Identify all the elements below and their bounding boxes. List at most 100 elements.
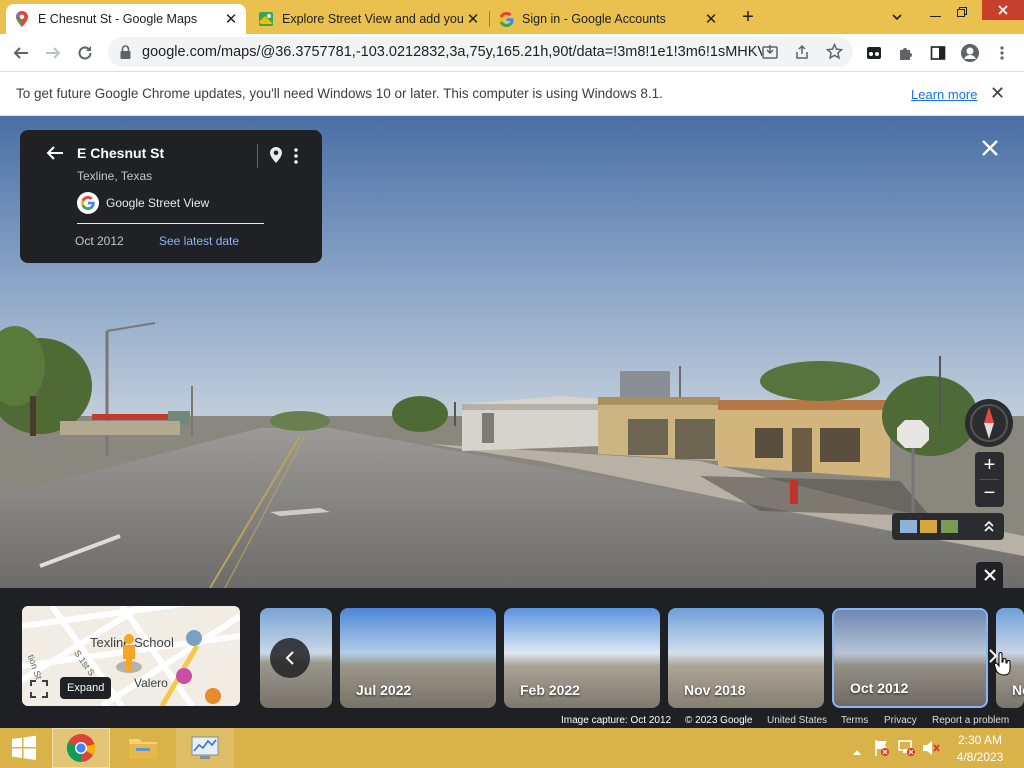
layer-thumb-icon[interactable] [920,520,937,533]
streetview-icon [258,11,274,27]
windows-logo-icon [12,735,36,760]
see-latest-date-link[interactable]: See latest date [159,234,239,248]
tab-google-maps[interactable]: E Chesnut St - Google Maps ✕ [6,4,246,34]
puzzle-extensions-icon[interactable] [893,40,919,66]
copyright: © 2023 Google [685,715,753,726]
file-explorer-taskbar-app[interactable] [114,728,172,768]
side-panel-icon[interactable] [925,40,951,66]
timeline-thumbnail[interactable]: Jul 2022 [340,608,496,708]
tab-close-icon[interactable]: ✕ [702,10,720,28]
thumbnail-date: Feb 2022 [520,682,580,698]
bookmark-star-icon[interactable] [825,42,844,65]
tab-close-icon[interactable]: ✕ [222,10,240,28]
close-window-button[interactable] [982,0,1024,20]
card-rule [77,223,264,224]
back-arrow-icon[interactable] [46,145,64,166]
close-timeline-button[interactable] [976,562,1003,588]
expand-up-icon[interactable] [983,519,995,538]
thumbnail-date: No [1012,682,1024,698]
timeline-thumbnail[interactable] [260,608,332,708]
timeline-thumbnail[interactable]: Feb 2022 [504,608,660,708]
monitor-chart-icon [191,736,219,759]
infobar-close-icon[interactable]: ✕ [990,83,1005,104]
update-infobar: To get future Google Chrome updates, you… [0,71,1024,116]
action-center-flag-icon[interactable] [874,739,890,762]
clock-time[interactable]: 2:30 AM [952,733,1008,747]
back-arrow-icon[interactable] [8,40,34,66]
map-footer: Image capture: Oct 2012 © 2023 Google Un… [0,714,1024,728]
image-capture-date: Image capture: Oct 2012 [561,715,672,726]
tab-title: E Chesnut St - Google Maps [38,12,198,26]
timeline-panel: Texline School Valero S 1st S tion St Ex… [0,588,1024,728]
extension-icon[interactable] [861,40,887,66]
restore-button[interactable] [956,5,968,17]
volume-muted-icon[interactable] [922,739,940,762]
map-pin-icon[interactable] [269,146,283,169]
lock-icon[interactable] [120,45,131,64]
layer-thumb-icon[interactable] [941,520,958,533]
reload-icon[interactable] [72,40,98,66]
close-street-view-button[interactable] [978,136,1002,160]
capture-date: Oct 2012 [75,234,124,248]
chrome-icon [66,734,96,762]
city-name: Texline, Texas [77,169,153,183]
timeline-thumbnail[interactable]: Nov 2018 [668,608,824,708]
tab-title: Explore Street View and add you [282,12,464,26]
zoom-in-button[interactable]: + [975,452,1004,479]
pegman-icon[interactable] [114,633,144,678]
region-link[interactable]: United States [767,715,827,726]
mini-map[interactable]: Texline School Valero S 1st S tion St Ex… [22,606,240,706]
tab-explore-street-view[interactable]: Explore Street View and add you ✕ [250,4,488,34]
thumbnail-date: Nov 2018 [684,682,746,698]
control-panel-taskbar-app[interactable] [176,728,234,768]
tab-search-icon[interactable] [890,10,906,24]
folder-icon [129,739,157,759]
new-tab-button[interactable]: + [738,6,758,28]
minimize-button[interactable] [930,16,941,17]
layer-thumb-icon[interactable] [900,520,917,533]
source-label: Google Street View [106,196,210,210]
fullscreen-icon[interactable] [30,680,48,703]
clock-date[interactable]: 4/8/2023 [952,750,1008,764]
thumbnail-date: Jul 2022 [356,682,412,698]
learn-more-link[interactable]: Learn more [911,87,977,102]
profile-avatar[interactable] [957,40,983,66]
map-label-valero: Valero [134,676,168,690]
forward-arrow-icon[interactable] [40,40,66,66]
infobar-message: To get future Google Chrome updates, you… [16,86,663,101]
start-button[interactable] [0,728,48,768]
tab-close-icon[interactable]: ✕ [464,10,482,28]
more-options-icon[interactable] [294,148,298,169]
zoom-out-button[interactable]: − [975,480,1004,507]
share-icon[interactable] [794,44,810,65]
browser-toolbar: google.com/maps/@36.3757781,-103.0212832… [0,34,1024,71]
install-app-icon[interactable] [762,44,778,65]
menu-kebab-icon[interactable] [989,40,1015,66]
timeline-thumbnail-selected[interactable]: Oct 2012 [832,608,988,708]
location-info-card: E Chesnut St Texline, Texas Google Stree… [20,130,322,263]
zoom-controls: + − [975,452,1004,507]
google-g-icon [498,11,514,27]
layer-switcher[interactable] [892,513,1004,540]
compass-icon[interactable] [965,399,1013,447]
show-hidden-icons-icon[interactable] [852,743,862,761]
terms-link[interactable]: Terms [841,715,868,726]
url-text: google.com/maps/@36.3757781,-103.0212832… [142,44,762,60]
card-divider [257,144,258,168]
expand-tooltip: Expand [60,677,112,699]
street-name: E Chesnut St [77,145,165,161]
tab-google-accounts[interactable]: Sign in - Google Accounts ✕ [490,4,726,34]
network-icon[interactable] [898,739,916,762]
tab-title: Sign in - Google Accounts [522,12,666,26]
maps-pin-icon [14,11,30,27]
address-bar[interactable]: google.com/maps/@36.3757781,-103.0212832… [108,37,853,67]
windows-taskbar: 2:30 AM 4/8/2023 [0,728,1024,768]
thumbnail-date: Oct 2012 [850,680,909,696]
timeline-prev-button[interactable] [270,638,310,678]
hand-cursor-icon [994,652,1012,681]
report-problem-link[interactable]: Report a problem [932,715,1009,726]
privacy-link[interactable]: Privacy [884,715,917,726]
chrome-taskbar-app[interactable] [52,728,110,768]
browser-tab-bar: E Chesnut St - Google Maps ✕ Explore Str… [0,0,1024,34]
google-g-icon [77,192,99,214]
